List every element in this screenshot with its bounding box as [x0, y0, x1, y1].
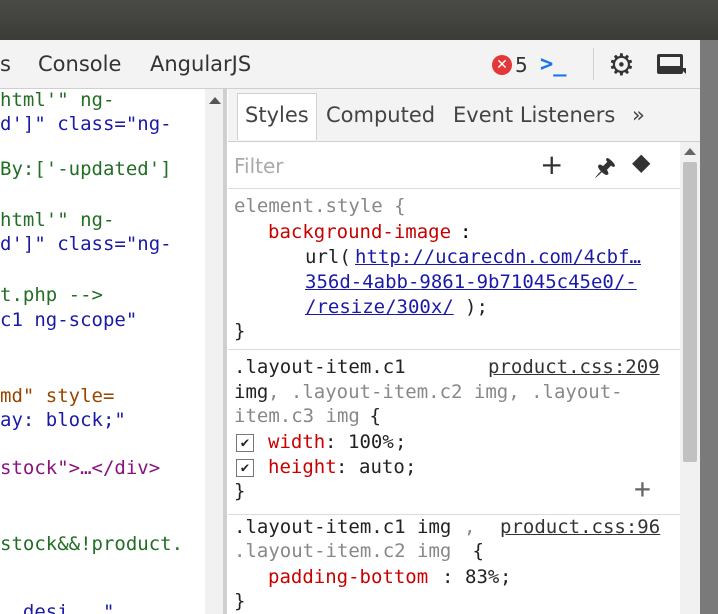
colon: : — [325, 431, 348, 453]
source-link[interactable]: product.css:96 — [500, 516, 660, 538]
colon: : — [460, 221, 472, 243]
scroll-up-arrow-icon[interactable] — [684, 148, 696, 155]
rule-selector[interactable]: img — [234, 381, 268, 403]
css-rule-layout-item-img: .layout-item.c1 img , product.css:96 .la… — [228, 515, 680, 614]
url-prefix: url( — [305, 246, 351, 268]
source-link[interactable]: product.css:209 — [488, 356, 660, 378]
property-checkbox[interactable]: ✔ — [236, 434, 254, 452]
rule-selector-dim[interactable]: , .layout-item.c2 img, .layout- — [268, 381, 623, 403]
styles-scrollbar[interactable] — [680, 142, 700, 614]
error-count[interactable]: 5 — [515, 53, 528, 77]
code-line[interactable]: ay: block;" — [0, 409, 126, 431]
rule-close-brace: } — [234, 480, 246, 502]
code-line[interactable]: c1 ng-scope" — [0, 309, 137, 331]
css-property-value[interactable]: auto — [359, 456, 405, 478]
code-line[interactable]: desi " — [0, 601, 115, 614]
element-style-rule: element.style { background-image : url( … — [228, 189, 680, 350]
url-link-line3[interactable]: /resize/300x/ — [305, 296, 454, 318]
colon: : — [336, 456, 359, 478]
code-line[interactable]: d']" class="ng- — [0, 113, 172, 135]
css-property-name[interactable]: height — [268, 456, 337, 478]
scrollbar-thumb[interactable] — [683, 162, 697, 462]
add-property-icon[interactable]: + — [634, 472, 651, 505]
css-rule-layout-item: .layout-item.c1 product.css:209 img , .l… — [228, 350, 680, 515]
scroll-up-arrow-icon[interactable] — [209, 97, 221, 104]
code-line[interactable]: By:['-updated'] — [0, 158, 172, 180]
semicolon: ; — [500, 566, 512, 588]
semicolon: ; — [395, 431, 407, 453]
rule-selector-dim[interactable]: .layout-item.c2 img — [234, 540, 451, 562]
colon: : — [442, 566, 465, 588]
css-property-name[interactable]: width — [268, 431, 325, 453]
error-icon[interactable]: ✕ — [492, 55, 512, 75]
element-state-icon[interactable]: ◆ — [632, 148, 650, 176]
url-link-line1[interactable]: http://ucarecdn.com/4cbf… — [355, 246, 641, 268]
url-link-line2[interactable]: 356d-4abb-9861-9b71045c45e0/- — [305, 271, 637, 293]
code-line[interactable]: html'" ng- — [0, 209, 114, 231]
css-property-value[interactable]: 83% — [465, 566, 499, 588]
css-property-name[interactable]: padding-bottom — [268, 566, 428, 588]
tab-event-listeners[interactable]: Event Listeners — [453, 103, 615, 127]
code-line[interactable]: t.php --> — [0, 284, 103, 306]
code-line[interactable]: d']" class="ng- — [0, 233, 172, 255]
tab-console[interactable]: Console — [38, 52, 121, 76]
property-checkbox[interactable]: ✔ — [236, 459, 254, 477]
console-prompt-icon[interactable]: >_ — [540, 52, 567, 77]
panel-splitter[interactable] — [223, 89, 227, 614]
tab-partial[interactable]: s — [0, 52, 11, 76]
dock-arrow-icon — [680, 68, 686, 74]
rule-close-brace: } — [234, 320, 246, 342]
css-property-value[interactable]: 100% — [348, 431, 394, 453]
styles-filter-row: Filter + 🖈 ◆ — [228, 142, 680, 189]
code-line[interactable]: stock&&!product. — [0, 533, 183, 555]
tab-angularjs[interactable]: AngularJS — [150, 52, 251, 76]
code-line[interactable]: html'" ng- — [0, 89, 114, 111]
elements-scrollbar[interactable] — [205, 89, 223, 614]
tab-styles[interactable]: Styles — [245, 103, 309, 127]
filter-input[interactable]: Filter — [234, 154, 284, 178]
new-style-rule-icon[interactable]: + — [540, 148, 563, 181]
rule-open-brace: { — [358, 405, 381, 427]
window-edge — [700, 40, 718, 614]
elements-panel: html'" ng- d']" class="ng- By:['-updated… — [0, 89, 205, 614]
selector-comma: , — [464, 516, 476, 538]
sidebar-tabs: Styles Computed Event Listeners » — [228, 89, 700, 142]
semicolon: ; — [405, 456, 417, 478]
pin-icon[interactable]: 🖈 — [594, 150, 616, 191]
rule-selector[interactable]: .layout-item.c1 — [234, 356, 406, 378]
window-titlebar — [0, 0, 718, 40]
rule-selector-dim[interactable]: item.c3 img — [234, 405, 360, 427]
rule-open-brace: { — [461, 540, 484, 562]
more-tabs-icon[interactable]: » — [632, 103, 645, 127]
element-style-selector: element.style { — [234, 195, 406, 217]
rule-close-brace: } — [234, 590, 246, 612]
tab-computed[interactable]: Computed — [326, 103, 435, 127]
code-line[interactable]: stock">…</div> — [0, 457, 160, 479]
rule-selector[interactable]: .layout-item.c1 img — [234, 516, 451, 538]
url-suffix: ); — [465, 296, 488, 318]
code-line[interactable]: md" style= — [0, 385, 114, 407]
gear-icon[interactable]: ⚙ — [608, 48, 635, 83]
css-property-name[interactable]: background-image — [268, 221, 451, 243]
toolbar-divider — [593, 48, 594, 80]
